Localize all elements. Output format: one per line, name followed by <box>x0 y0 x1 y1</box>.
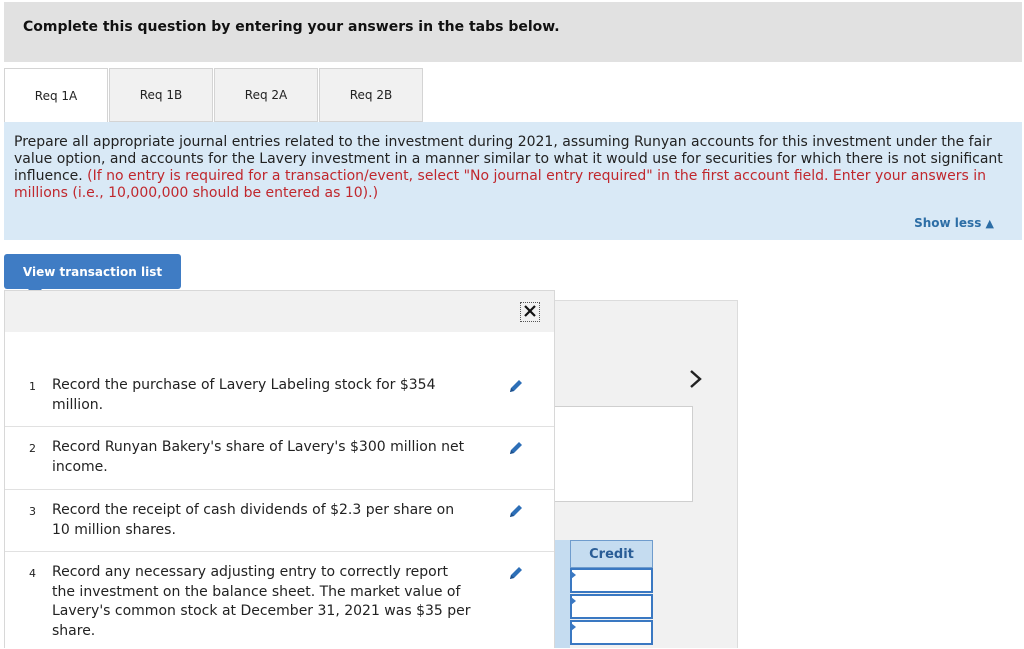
credit-input[interactable] <box>570 620 653 645</box>
tab-req-2a[interactable]: Req 2A <box>214 68 318 122</box>
instructions-note: (If no entry is required for a transacti… <box>14 168 986 201</box>
close-button[interactable] <box>520 302 540 322</box>
chevron-right-icon[interactable] <box>686 368 706 390</box>
show-less-label: Show less <box>914 216 982 230</box>
transaction-row: 2 Record Runyan Bakery's share of Lavery… <box>5 426 554 489</box>
close-icon <box>523 303 537 322</box>
credit-column-header: Credit <box>570 540 653 568</box>
banner-text: Complete this question by entering your … <box>23 19 560 35</box>
view-transaction-list-button[interactable]: View transaction list <box>4 254 181 296</box>
pencil-icon[interactable] <box>507 564 525 582</box>
tab-req-2b[interactable]: Req 2B <box>319 68 423 122</box>
credit-input[interactable] <box>570 594 653 619</box>
show-less-link[interactable]: Show less ▲ <box>914 216 994 230</box>
tab-req-1a[interactable]: Req 1A <box>4 68 108 123</box>
journal-entry-box <box>554 406 693 502</box>
question-banner: Complete this question by entering your … <box>4 2 1022 62</box>
journal-column-strip <box>554 540 570 648</box>
instructions-text: Prepare all appropriate journal entries … <box>14 134 1004 202</box>
transaction-row: 4 Record any necessary adjusting entry t… <box>5 551 554 649</box>
transaction-description: Record Runyan Bakery's share of Lavery's… <box>52 439 465 475</box>
transaction-description: Record any necessary adjusting entry to … <box>52 564 471 639</box>
pencil-icon[interactable] <box>507 377 525 395</box>
transaction-description: Record the purchase of Lavery Labeling s… <box>52 377 436 413</box>
tab-label: Req 1B <box>139 88 183 102</box>
pencil-icon[interactable] <box>507 439 525 457</box>
tab-label: Req 2A <box>244 88 288 102</box>
transaction-number: 3 <box>29 505 36 518</box>
transaction-number: 4 <box>29 567 36 580</box>
credit-input[interactable] <box>570 568 653 593</box>
transaction-row: 3 Record the receipt of cash dividends o… <box>5 489 554 551</box>
transaction-list-popup: 1 Record the purchase of Lavery Labeling… <box>4 290 555 648</box>
popup-header <box>5 291 554 332</box>
view-transaction-list-label: View transaction list <box>22 264 163 279</box>
transaction-number: 1 <box>29 380 36 393</box>
transaction-description: Record the receipt of cash dividends of … <box>52 502 455 538</box>
instructions-panel: Prepare all appropriate journal entries … <box>4 122 1022 240</box>
transaction-row: 1 Record the purchase of Lavery Labeling… <box>5 363 554 426</box>
tab-label: Req 1A <box>34 88 78 103</box>
pencil-icon[interactable] <box>507 502 525 520</box>
credit-label: Credit <box>589 546 634 562</box>
triangle-up-icon: ▲ <box>985 217 994 230</box>
transaction-number: 2 <box>29 442 36 455</box>
tab-req-1b[interactable]: Req 1B <box>109 68 213 122</box>
tab-label: Req 2B <box>349 88 393 102</box>
